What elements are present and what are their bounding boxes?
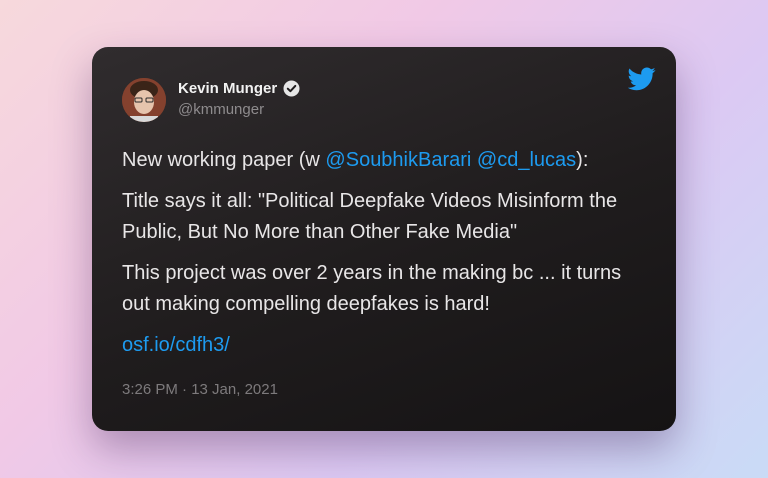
avatar-image — [122, 78, 166, 122]
twitter-bird-icon[interactable] — [627, 67, 656, 91]
verified-badge-icon — [283, 80, 300, 97]
tweet-card: Kevin Munger @kmmunger New working paper… — [92, 47, 676, 431]
mention-link-cd-lucas[interactable]: @cd_lucas — [477, 149, 576, 171]
tweet-body: New working paper (w @SoubhikBarari @cd_… — [122, 145, 652, 371]
paragraph-1-prefix: New working paper (w — [122, 149, 326, 171]
mention-link-soubhikbarari[interactable]: @SoubhikBarari — [325, 149, 471, 171]
tweet-timestamp[interactable]: 3:26 PM · 13 Jan, 2021 — [122, 381, 278, 398]
avatar[interactable] — [122, 78, 166, 122]
external-link[interactable]: osf.io/cdfh3/ — [122, 334, 230, 356]
author-handle[interactable]: @kmmunger — [178, 101, 264, 118]
tweet-paragraph-1: New working paper (w @SoubhikBarari @cd_… — [122, 145, 652, 176]
paragraph-1-suffix: ): — [576, 149, 589, 171]
author-name-row: Kevin Munger — [178, 80, 300, 97]
author-name[interactable]: Kevin Munger — [178, 80, 277, 97]
tweet-paragraph-3: This project was over 2 years in the mak… — [122, 262, 622, 315]
tweet-paragraph-2: Title says it all: "Political Deepfake V… — [122, 190, 618, 243]
